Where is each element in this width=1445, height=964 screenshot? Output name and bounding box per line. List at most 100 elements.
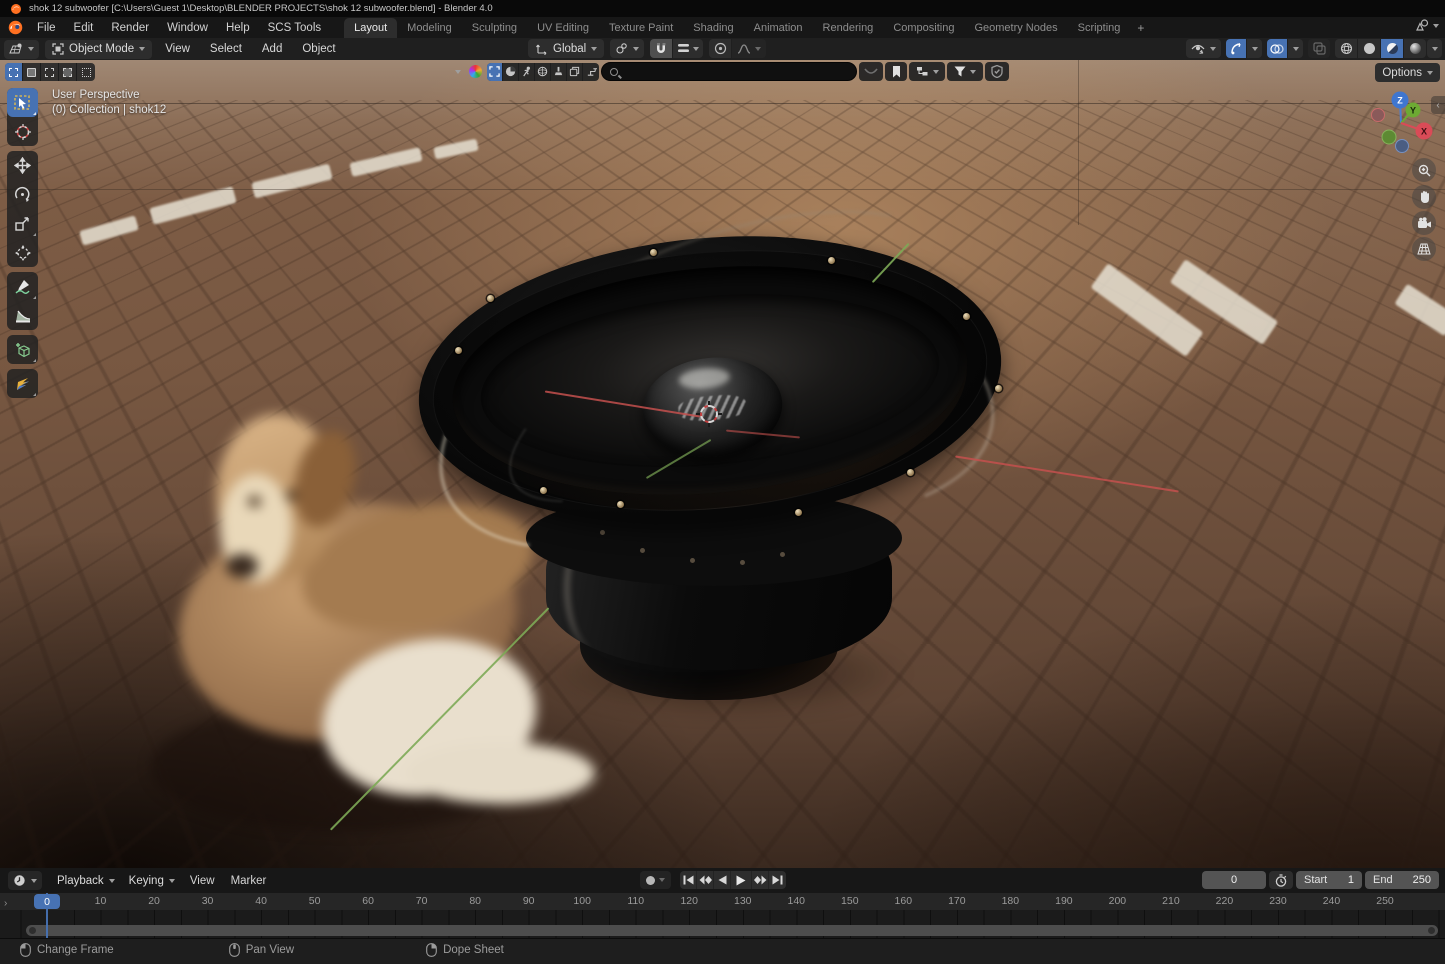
tool-move[interactable] bbox=[7, 151, 38, 180]
tool-scs[interactable] bbox=[7, 369, 38, 398]
timeline-editor-type-button[interactable] bbox=[8, 871, 42, 890]
editor-type-button[interactable] bbox=[4, 40, 39, 59]
3d-viewport[interactable]: User Perspective (0) Collection | shok12 bbox=[0, 60, 1445, 868]
filter-figure-toggle[interactable] bbox=[519, 63, 535, 81]
tab-animation[interactable]: Animation bbox=[744, 18, 813, 38]
snap-target-dropdown[interactable] bbox=[673, 39, 703, 58]
gizmo-neg-x-axis[interactable] bbox=[1371, 108, 1385, 122]
shading-material-preview-button[interactable] bbox=[1381, 39, 1403, 58]
filter-pie-toggle[interactable] bbox=[503, 63, 519, 81]
shading-rendered-button[interactable] bbox=[1404, 39, 1426, 58]
jump-to-start-button[interactable] bbox=[680, 871, 697, 889]
filter-world-toggle[interactable] bbox=[535, 63, 551, 81]
search-field[interactable] bbox=[601, 62, 857, 81]
tool-select-box[interactable] bbox=[7, 88, 38, 117]
select-intersect-button[interactable] bbox=[77, 63, 95, 81]
tool-rotate[interactable] bbox=[7, 180, 38, 209]
timeline-ruler[interactable]: 0 10203040506070809010011012013014015016… bbox=[0, 893, 1445, 910]
previous-keyframe-button[interactable] bbox=[697, 871, 714, 889]
timeline-scrollbar[interactable] bbox=[26, 925, 1438, 936]
tool-annotate[interactable] bbox=[7, 272, 38, 301]
tab-shading[interactable]: Shading bbox=[683, 18, 743, 38]
tab-uv-editing[interactable]: UV Editing bbox=[527, 18, 599, 38]
transform-orientation-dropdown[interactable]: Global bbox=[528, 39, 604, 58]
gizmo-neg-z-axis[interactable] bbox=[1395, 139, 1409, 153]
filter-dropdown[interactable] bbox=[947, 62, 983, 81]
tab-geometry-nodes[interactable]: Geometry Nodes bbox=[964, 18, 1067, 38]
search-input[interactable] bbox=[623, 66, 848, 78]
gizmo-y-axis[interactable]: Y bbox=[1406, 103, 1421, 118]
play-reverse-button[interactable] bbox=[714, 871, 731, 889]
zoom-button[interactable] bbox=[1412, 158, 1436, 182]
select-set-button[interactable] bbox=[5, 63, 23, 81]
overlays-dropdown[interactable] bbox=[1288, 39, 1303, 58]
collapsed-panel-button[interactable] bbox=[859, 62, 883, 81]
shading-dropdown[interactable] bbox=[1427, 39, 1442, 58]
shading-solid-button[interactable] bbox=[1358, 39, 1380, 58]
show-overlays-toggle[interactable] bbox=[1267, 39, 1287, 58]
gizmo-x-axis[interactable]: X bbox=[1416, 123, 1433, 140]
select-difference-button[interactable] bbox=[59, 63, 77, 81]
gizmo-dropdown[interactable] bbox=[1247, 39, 1262, 58]
collapse-chevron[interactable] bbox=[455, 70, 461, 74]
navigation-gizmo[interactable]: Z Y X bbox=[1358, 90, 1436, 168]
perspective-toggle-button[interactable] bbox=[1412, 237, 1436, 261]
snap-toggle[interactable] bbox=[650, 39, 672, 58]
menu-window[interactable]: Window bbox=[158, 20, 217, 36]
current-frame-field[interactable]: 0 bbox=[1202, 871, 1266, 889]
timeline-view-menu[interactable]: View bbox=[182, 873, 223, 889]
menu-view[interactable]: View bbox=[158, 41, 197, 57]
tab-modeling[interactable]: Modeling bbox=[397, 18, 462, 38]
keying-menu[interactable]: Keying bbox=[122, 871, 182, 890]
scene-selector[interactable] bbox=[1415, 19, 1439, 32]
menu-scs-tools[interactable]: SCS Tools bbox=[259, 20, 330, 36]
end-frame-field[interactable]: End 250 bbox=[1365, 871, 1439, 889]
tab-texture-paint[interactable]: Texture Paint bbox=[599, 18, 683, 38]
bookmark-button[interactable] bbox=[885, 62, 907, 81]
menu-file[interactable]: File bbox=[28, 20, 65, 36]
menu-add[interactable]: Add bbox=[255, 41, 289, 57]
start-frame-field[interactable]: Start 1 bbox=[1296, 871, 1362, 889]
tool-cursor[interactable] bbox=[7, 117, 38, 146]
auto-keying-toggle[interactable] bbox=[640, 871, 671, 889]
menu-help[interactable]: Help bbox=[217, 20, 259, 36]
mode-dropdown[interactable]: Object Mode bbox=[45, 40, 152, 59]
sidebar-collapse-arrow[interactable]: ‹ bbox=[1431, 96, 1445, 114]
add-workspace-button[interactable]: + bbox=[1130, 18, 1151, 38]
subwoofer-object[interactable] bbox=[400, 230, 1020, 730]
gizmo-neg-y-axis[interactable] bbox=[1382, 130, 1397, 145]
protect-button[interactable] bbox=[985, 62, 1009, 81]
tab-rendering[interactable]: Rendering bbox=[813, 18, 884, 38]
use-preview-range-button[interactable] bbox=[1269, 871, 1293, 889]
options-dropdown[interactable]: Options bbox=[1375, 63, 1440, 82]
region-expand-arrow[interactable]: › bbox=[4, 898, 7, 909]
tool-add-cube[interactable] bbox=[7, 335, 38, 364]
menu-render[interactable]: Render bbox=[102, 20, 158, 36]
select-subtract-button[interactable] bbox=[41, 63, 59, 81]
menu-edit[interactable]: Edit bbox=[65, 20, 103, 36]
display-mode-dropdown[interactable] bbox=[909, 62, 945, 81]
filter-brush-toggle[interactable] bbox=[551, 63, 567, 81]
proportional-editing-toggle[interactable] bbox=[709, 39, 731, 58]
camera-view-button[interactable] bbox=[1412, 211, 1436, 235]
color-sphere-icon[interactable] bbox=[469, 65, 482, 78]
shading-wireframe-button[interactable] bbox=[1335, 39, 1357, 58]
blender-logo-icon[interactable] bbox=[8, 20, 23, 35]
pivot-point-dropdown[interactable] bbox=[610, 39, 644, 58]
tab-scripting[interactable]: Scripting bbox=[1068, 18, 1131, 38]
next-keyframe-button[interactable] bbox=[752, 871, 769, 889]
playback-menu[interactable]: Playback bbox=[50, 871, 122, 890]
proportional-falloff-dropdown[interactable] bbox=[732, 39, 766, 58]
tool-transform[interactable] bbox=[7, 238, 38, 267]
visibility-dropdown[interactable] bbox=[1186, 39, 1221, 58]
select-extend-button[interactable] bbox=[23, 63, 41, 81]
tab-compositing[interactable]: Compositing bbox=[883, 18, 964, 38]
filter-object-toggle[interactable] bbox=[487, 63, 503, 81]
pan-button[interactable] bbox=[1412, 185, 1436, 209]
filter-pages-toggle[interactable] bbox=[567, 63, 583, 81]
menu-select[interactable]: Select bbox=[203, 41, 249, 57]
play-button[interactable] bbox=[731, 871, 752, 889]
jump-to-end-button[interactable] bbox=[769, 871, 786, 889]
xray-toggle[interactable] bbox=[1308, 39, 1330, 58]
timeline-marker-menu[interactable]: Marker bbox=[223, 873, 275, 889]
